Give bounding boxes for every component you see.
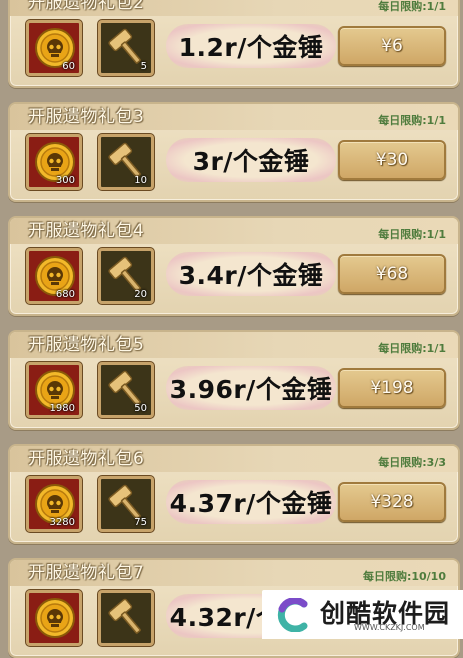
brand-logo-icon — [277, 598, 308, 632]
hammer-reward-slot[interactable] — [98, 590, 154, 646]
watermark-url: WWW.CKZKJ.COM — [354, 623, 425, 632]
currency-reward-slot[interactable]: 3280 — [26, 476, 82, 532]
hammer-reward-slot[interactable]: 50 — [98, 362, 154, 418]
buy-button[interactable]: ¥328 — [338, 482, 446, 522]
daily-limit: 每日限购:1/1 — [378, 114, 446, 127]
hammer-quantity: 50 — [134, 403, 147, 414]
currency-quantity: 3280 — [49, 517, 75, 528]
hammer-quantity: 20 — [134, 289, 147, 300]
daily-limit: 每日限购:10/10 — [362, 570, 446, 583]
gift-pack-card: 开服遗物礼包2 每日限购:1/1 60 5 1.2r/个金锤 ¥6 — [8, 0, 460, 88]
gift-pack-card: 开服遗物礼包4 每日限购:1/1 680 20 3.4r/个金锤 ¥68 — [8, 216, 460, 316]
price-per-hammer-note: 3r/个金锤 — [166, 138, 336, 182]
daily-limit: 每日限购:3/3 — [378, 456, 446, 469]
currency-reward-slot[interactable]: 680 — [26, 248, 82, 304]
gift-pack-card: 开服遗物礼包6 每日限购:3/3 3280 75 4.37r/个金锤 ¥328 — [8, 444, 460, 544]
currency-quantity: 300 — [55, 175, 75, 186]
pack-title: 开服遗物礼包7 — [28, 563, 145, 583]
daily-limit: 每日限购:1/1 — [378, 0, 446, 13]
gift-pack-card: 开服遗物礼包5 每日限购:1/1 1980 50 3.96r/个金锤 ¥198 — [8, 330, 460, 430]
currency-reward-slot[interactable]: 1980 — [26, 362, 82, 418]
hammer-quantity: 10 — [134, 175, 147, 186]
price-per-hammer-note: 4.37r/个金锤 — [166, 480, 336, 524]
pack-title: 开服遗物礼包5 — [28, 335, 145, 355]
hammer-reward-slot[interactable]: 75 — [98, 476, 154, 532]
skull-coin-icon — [35, 598, 75, 638]
hammer-quantity: 5 — [140, 61, 147, 72]
currency-reward-slot[interactable]: 300 — [26, 134, 82, 190]
pack-title: 开服遗物礼包4 — [28, 221, 145, 241]
daily-limit: 每日限购:1/1 — [378, 228, 446, 241]
gift-pack-list: 开服遗物礼包2 每日限购:1/1 60 5 1.2r/个金锤 ¥6 开服遗物礼包… — [0, 0, 463, 658]
currency-quantity: 1980 — [49, 403, 75, 414]
pack-title: 开服遗物礼包6 — [28, 449, 145, 469]
currency-quantity: 60 — [62, 61, 75, 72]
buy-button[interactable]: ¥198 — [338, 368, 446, 408]
gift-pack-card: 开服遗物礼包3 每日限购:1/1 300 10 3r/个金锤 ¥30 — [8, 102, 460, 202]
hammer-reward-slot[interactable]: 10 — [98, 134, 154, 190]
daily-limit: 每日限购:1/1 — [378, 342, 446, 355]
price-per-hammer-note: 1.2r/个金锤 — [166, 24, 336, 68]
hammer-reward-slot[interactable]: 20 — [98, 248, 154, 304]
currency-quantity: 680 — [55, 289, 75, 300]
watermark-banner: 创酷软件园 WWW.CKZKJ.COM — [262, 590, 463, 639]
buy-button[interactable]: ¥6 — [338, 26, 446, 66]
price-per-hammer-note: 3.4r/个金锤 — [166, 252, 336, 296]
hammer-reward-slot[interactable]: 5 — [98, 20, 154, 76]
currency-reward-slot[interactable]: 60 — [26, 20, 82, 76]
hammer-quantity: 75 — [134, 517, 147, 528]
buy-button[interactable]: ¥68 — [338, 254, 446, 294]
pack-title: 开服遗物礼包3 — [28, 107, 145, 127]
price-per-hammer-note: 3.96r/个金锤 — [166, 366, 336, 410]
currency-reward-slot[interactable] — [26, 590, 82, 646]
pack-title: 开服遗物礼包2 — [28, 0, 145, 13]
golden-hammer-icon — [108, 598, 141, 634]
buy-button[interactable]: ¥30 — [338, 140, 446, 180]
